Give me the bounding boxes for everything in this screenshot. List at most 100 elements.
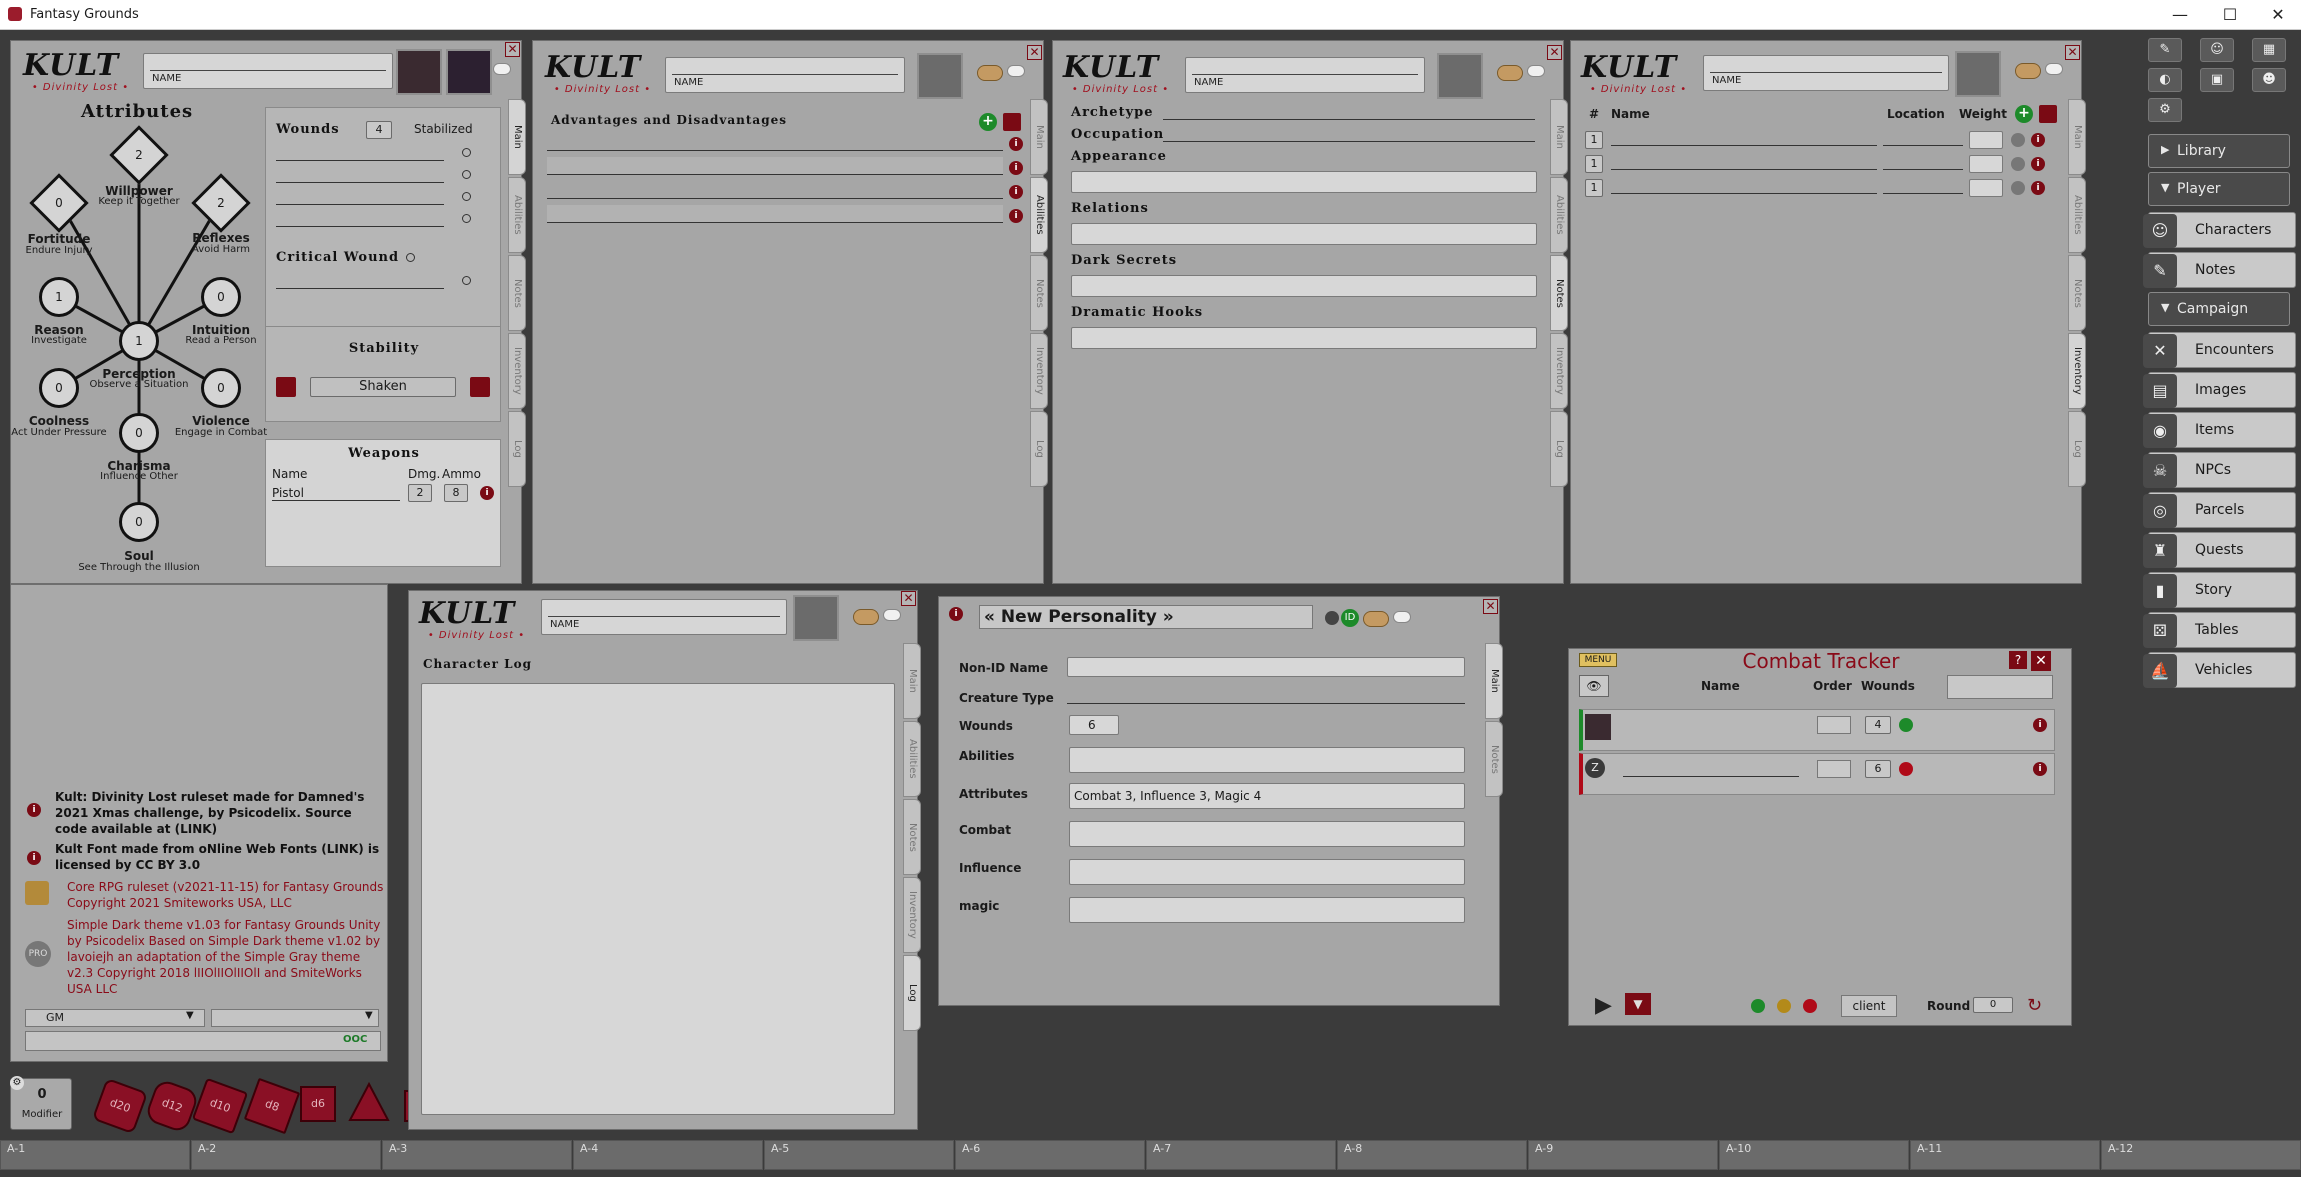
influence-field[interactable] [1069,859,1465,885]
tab-notes[interactable]: Notes [1485,721,1503,797]
hotkey-slot[interactable]: A-4 [573,1140,763,1170]
maximize-button[interactable]: ☐ [2210,4,2250,26]
sidebar-item-images[interactable]: ▤ Images [2143,372,2296,408]
sidebar-item-vehicles[interactable]: ⛵ Vehicles [2143,652,2296,688]
add-icon[interactable]: + [979,113,997,131]
sidebar-item-quests[interactable]: ♜ Quests [2143,532,2296,568]
wound-line[interactable] [276,226,444,227]
add-icon[interactable]: + [2015,105,2033,123]
minimize-button[interactable]: — [2160,4,2200,26]
chat-input[interactable] [25,1031,381,1051]
item-name[interactable] [1611,193,1877,194]
occupation-field[interactable] [1163,141,1535,142]
stability-value[interactable]: Shaken [310,377,456,397]
sidebar-item-npcs[interactable]: ☠ NPCs [2143,452,2296,488]
tab-notes[interactable]: Notes [508,255,526,331]
speak-icon[interactable] [1393,611,1411,623]
relations-field[interactable] [1071,223,1537,245]
dark-secrets-field[interactable] [1071,275,1537,297]
stabilized-checkbox[interactable] [462,276,471,285]
round-menu-icon[interactable]: ▼ [1625,993,1651,1015]
speak-icon[interactable] [883,609,901,621]
tab-inventory[interactable]: Inventory [2068,333,2086,409]
gear-icon[interactable]: ⚙ [2148,98,2182,122]
sidebar-library[interactable]: ▶ Library [2148,134,2290,168]
d8-die-icon[interactable]: d8 [243,1077,301,1135]
edit-icon[interactable] [1003,113,1021,131]
d12-die-icon[interactable]: d12 [143,1077,201,1135]
magic-field[interactable] [1069,897,1465,923]
wounds-field[interactable]: 6 [1865,760,1891,778]
stabilized-checkbox[interactable] [462,148,471,157]
hostile-faction-icon[interactable] [1803,999,1817,1013]
identity-icon[interactable] [1363,611,1389,627]
hotkey-slot[interactable]: A-9 [1528,1140,1718,1170]
info-icon[interactable]: i [2031,181,2045,195]
combatant-name[interactable] [1623,776,1799,777]
archetype-field[interactable] [1163,119,1535,120]
close-icon[interactable]: ✕ [1027,45,1042,60]
info-icon[interactable]: i [2033,718,2047,732]
identity-select[interactable]: GM [25,1009,205,1027]
perception-value[interactable]: 1 [119,321,159,361]
sidebar-item-parcels[interactable]: ◎ Parcels [2143,492,2296,528]
tab-inventory[interactable]: Inventory [1030,333,1048,409]
chevron-down-icon[interactable]: ▼ [186,1010,194,1021]
edit-icon[interactable] [2039,105,2057,123]
d20-die-icon[interactable]: d20 [91,1077,149,1135]
combatant-token[interactable]: Z [1585,758,1605,778]
carried-icon[interactable] [2011,133,2025,147]
wounds-field[interactable]: 6 [1069,715,1119,735]
d4-die-icon[interactable] [346,1080,392,1126]
hotkey-slot[interactable]: A-6 [955,1140,1145,1170]
hotkey-slot[interactable]: A-12 [2101,1140,2301,1170]
d10-die-icon[interactable]: d10 [191,1077,249,1135]
stability-increase-icon[interactable] [470,377,490,397]
weapon-ammo[interactable]: 8 [444,484,468,502]
close-icon[interactable]: ✕ [2065,45,2080,60]
client-button[interactable]: client [1841,995,1897,1017]
name-field[interactable]: NAME [665,57,905,93]
intuition-value[interactable]: 0 [201,277,241,317]
help-icon[interactable]: ? [2009,651,2027,669]
hotkey-slot[interactable]: A-10 [1719,1140,1909,1170]
advantage-row[interactable] [547,133,1003,151]
sidebar-item-tables[interactable]: ⚄ Tables [2143,612,2296,648]
reason-value[interactable]: 1 [39,277,79,317]
sidebar-item-notes[interactable]: ✎ Notes [2143,252,2296,288]
tab-main[interactable]: Main [1030,99,1048,175]
info-icon[interactable]: i [1009,137,1023,151]
next-turn-icon[interactable]: ▶ [1595,993,1612,1018]
carried-icon[interactable] [2011,181,2025,195]
tab-abilities[interactable]: Abilities [2068,177,2086,253]
sidebar-player[interactable]: ▼ Player [2148,172,2290,206]
portrait-image[interactable] [917,53,963,99]
sidebar-campaign[interactable]: ▼ Campaign [2148,292,2290,326]
advantage-row[interactable] [547,157,1003,175]
soul-value[interactable]: 0 [119,502,159,542]
info-icon[interactable]: i [1009,185,1023,199]
portrait-image[interactable] [1955,51,2001,97]
close-icon[interactable]: ✕ [1547,45,1562,60]
hotkey-slot[interactable]: A-1 [0,1140,190,1170]
name-field[interactable]: NAME [1703,55,1949,91]
speak-icon[interactable] [1527,65,1545,77]
coolness-value[interactable]: 0 [39,368,79,408]
close-icon[interactable]: ✕ [1483,599,1498,614]
tab-main[interactable]: Main [1550,99,1568,175]
combatant-row[interactable]: Z 6 i [1579,753,2055,795]
tab-abilities[interactable]: Abilities [1550,177,1568,253]
wounds-max[interactable]: 4 [366,121,392,139]
gear-icon[interactable]: ⚙ [10,1076,24,1090]
sidebar-item-story[interactable]: ▮ Story [2143,572,2296,608]
hotkey-slot[interactable]: A-7 [1146,1140,1336,1170]
id-icon[interactable]: ID [1341,609,1359,627]
item-weight[interactable] [1969,179,2003,197]
initiative-field[interactable] [1817,760,1851,778]
close-icon[interactable]: ✕ [2031,651,2051,671]
palette-icon[interactable]: ◐ [2148,68,2182,92]
tab-inventory[interactable]: Inventory [508,333,526,409]
info-icon[interactable]: i [2031,157,2045,171]
portrait-image[interactable] [1437,53,1483,99]
neutral-faction-icon[interactable] [1777,999,1791,1013]
